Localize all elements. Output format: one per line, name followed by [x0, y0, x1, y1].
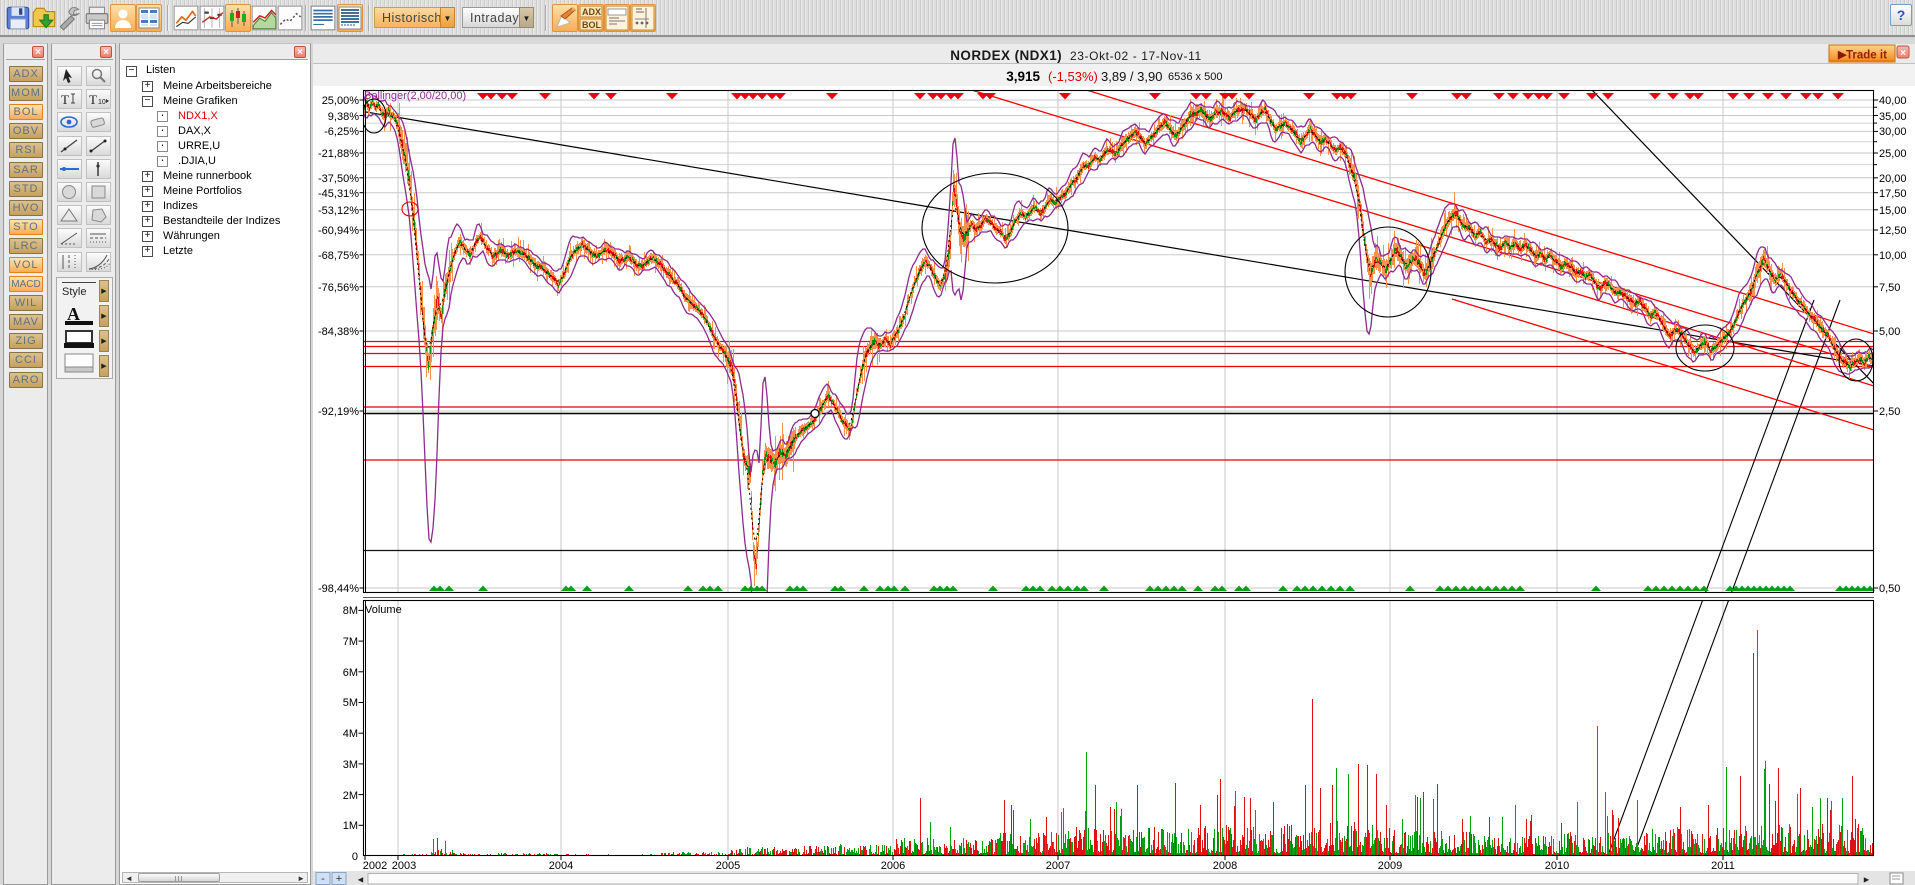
svg-text:Volume: Volume [365, 604, 402, 616]
svg-text:3,89 / 3,90: 3,89 / 3,90 [1101, 69, 1162, 84]
svg-text:-53,12%: -53,12% [318, 205, 359, 217]
svg-text:2011: 2011 [1711, 860, 1735, 872]
svg-text:30,00: 30,00 [1879, 126, 1907, 138]
svg-text:2M: 2M [343, 790, 358, 802]
svg-text:35,00: 35,00 [1879, 111, 1907, 123]
svg-text:Trade it: Trade it [1846, 50, 1887, 62]
svg-text:-92,19%: -92,19% [318, 406, 359, 418]
svg-text:9,38%: 9,38% [328, 111, 359, 123]
svg-text:►: ► [1862, 875, 1871, 885]
svg-text:-60,94%: -60,94% [318, 225, 359, 237]
svg-text:-21,88%: -21,88% [318, 148, 359, 160]
svg-text:-84,38%: -84,38% [318, 326, 359, 338]
svg-text:-45,31%: -45,31% [318, 188, 359, 200]
svg-text:1M: 1M [343, 820, 358, 832]
svg-text:NORDEX (NDX1): NORDEX (NDX1) [950, 48, 1062, 63]
svg-text:(-1,53%): (-1,53%) [1048, 69, 1098, 84]
svg-text:7M: 7M [343, 636, 358, 648]
svg-text:15,00: 15,00 [1879, 205, 1907, 217]
svg-text:2010: 2010 [1545, 860, 1569, 872]
svg-text:-6,25%: -6,25% [324, 126, 359, 138]
svg-text:2008: 2008 [1213, 860, 1237, 872]
svg-text:-98,44%: -98,44% [318, 583, 359, 595]
svg-text:23-Okt-02 - 17-Nov-11: 23-Okt-02 - 17-Nov-11 [1070, 49, 1202, 63]
svg-text:2007: 2007 [1046, 860, 1070, 872]
svg-text:0,50: 0,50 [1879, 583, 1900, 595]
svg-text:2,50: 2,50 [1879, 406, 1900, 418]
svg-text:10,00: 10,00 [1879, 250, 1907, 262]
svg-text:4M: 4M [343, 728, 358, 740]
svg-text:7,50: 7,50 [1879, 282, 1900, 294]
svg-text:25,00%: 25,00% [322, 95, 360, 107]
svg-text:8M: 8M [343, 605, 358, 617]
svg-text:×: × [1900, 48, 1906, 59]
svg-text:5M: 5M [343, 697, 358, 709]
svg-text:5,00: 5,00 [1879, 326, 1900, 338]
svg-text:20,00: 20,00 [1879, 173, 1907, 185]
svg-text:T: T [61, 92, 69, 107]
svg-text:◄: ◄ [356, 875, 365, 885]
svg-text:BOL: BOL [582, 20, 602, 30]
svg-text:2003: 2003 [392, 860, 416, 872]
svg-text:-68,75%: -68,75% [318, 250, 359, 262]
svg-text:2005: 2005 [716, 860, 740, 872]
svg-text:17,50: 17,50 [1879, 188, 1907, 200]
svg-text:Bollinger(2,00/20,00): Bollinger(2,00/20,00) [364, 90, 466, 102]
svg-text:2009: 2009 [1378, 860, 1402, 872]
svg-text:-76,56%: -76,56% [318, 282, 359, 294]
svg-text:T: T [89, 92, 97, 107]
svg-text:ADX: ADX [582, 7, 601, 17]
svg-text:25,00: 25,00 [1879, 148, 1907, 160]
svg-text:6536 x 500: 6536 x 500 [1168, 71, 1222, 83]
svg-text:2002: 2002 [363, 860, 387, 872]
svg-text:-: - [321, 873, 325, 885]
svg-text:40,00: 40,00 [1879, 95, 1907, 107]
svg-text:2004: 2004 [549, 860, 573, 872]
svg-text:0: 0 [352, 851, 358, 863]
svg-text:6M: 6M [343, 667, 358, 679]
svg-text:2006: 2006 [881, 860, 905, 872]
svg-text:+: + [336, 873, 342, 885]
svg-text:3M: 3M [343, 759, 358, 771]
svg-text:12,50: 12,50 [1879, 225, 1907, 237]
svg-text:-37,50%: -37,50% [318, 173, 359, 185]
svg-text:10: 10 [98, 99, 106, 106]
svg-text:3,915: 3,915 [1006, 69, 1040, 84]
